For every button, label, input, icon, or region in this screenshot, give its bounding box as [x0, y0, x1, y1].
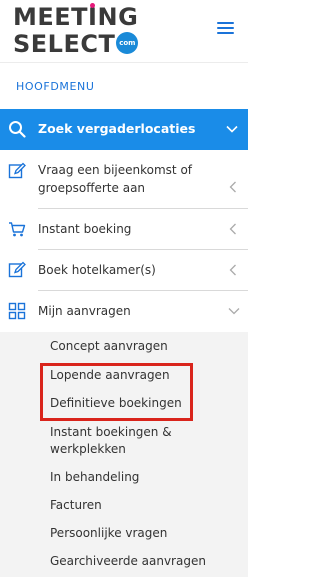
menu-item-label-line2: groepsofferte aan [38, 181, 146, 195]
menu-item-label: Boek hotelkamer(s) [38, 263, 156, 277]
submenu-item-facturen[interactable]: Facturen [50, 497, 102, 513]
logo-com-badge: com [116, 32, 139, 54]
chevron-left-icon [229, 223, 236, 235]
menu-item-instant-boeking[interactable]: Instant boeking [0, 209, 248, 249]
menu-item-vraag-bijeenkomst[interactable]: Vraag een bijeenkomst of groepsofferte aa… [0, 150, 248, 208]
edit-icon [8, 261, 26, 278]
menu-item-zoek-vergaderlocaties[interactable]: Zoek vergaderlocaties [0, 109, 248, 150]
hamburger-menu-icon[interactable] [217, 22, 234, 35]
meetingselect-logo[interactable]: MEETI NG SELECT com [13, 3, 143, 60]
submenu-item-instant-boekingen-line2[interactable]: werkplekken [50, 441, 126, 457]
chevron-down-icon [226, 125, 238, 133]
grid-icon [8, 302, 26, 320]
search-icon [9, 121, 26, 138]
menu-item-label: Zoek vergaderlocaties [38, 121, 196, 136]
app-header: MEETI NG SELECT com [0, 0, 248, 63]
menu-item-boek-hotelkamers[interactable]: Boek hotelkamer(s) [0, 250, 248, 290]
menu-item-label-line1: Vraag een bijeenkomst of [38, 163, 193, 177]
submenu-item-instant-boekingen[interactable]: Instant boekingen & [50, 424, 172, 440]
menu-item-label: Instant boeking [38, 222, 132, 236]
logo-letter-i: I [88, 3, 97, 30]
logo-text-select: SELECT [13, 30, 116, 58]
chevron-down-icon [228, 308, 240, 315]
logo-line-1: MEETI NG [13, 3, 139, 31]
submenu-item-concept-aanvragen[interactable]: Concept aanvragen [50, 338, 168, 354]
logo-text-part: NG [97, 3, 139, 31]
chevron-left-icon [229, 264, 236, 276]
menu-item-label: Mijn aanvragen [38, 304, 131, 318]
edit-icon [8, 162, 26, 179]
menu-item-label: Vraag een bijeenkomst of groepsofferte aa… [38, 161, 192, 197]
section-label-hoofdmenu: HOOFDMENU [16, 80, 95, 93]
chevron-left-icon [229, 181, 236, 193]
cart-icon [9, 222, 26, 237]
menu-item-mijn-aanvragen[interactable]: Mijn aanvragen [0, 291, 248, 331]
submenu-item-gearchiveerde-aanvragen[interactable]: Gearchiveerde aanvragen [50, 553, 206, 569]
highlight-annotation-box [40, 363, 193, 421]
submenu-item-persoonlijke-vragen[interactable]: Persoonlijke vragen [50, 525, 167, 541]
submenu-item-in-behandeling[interactable]: In behandeling [50, 469, 139, 485]
logo-line-2: SELECT com [13, 30, 139, 58]
logo-text-part: MEET [13, 3, 89, 31]
